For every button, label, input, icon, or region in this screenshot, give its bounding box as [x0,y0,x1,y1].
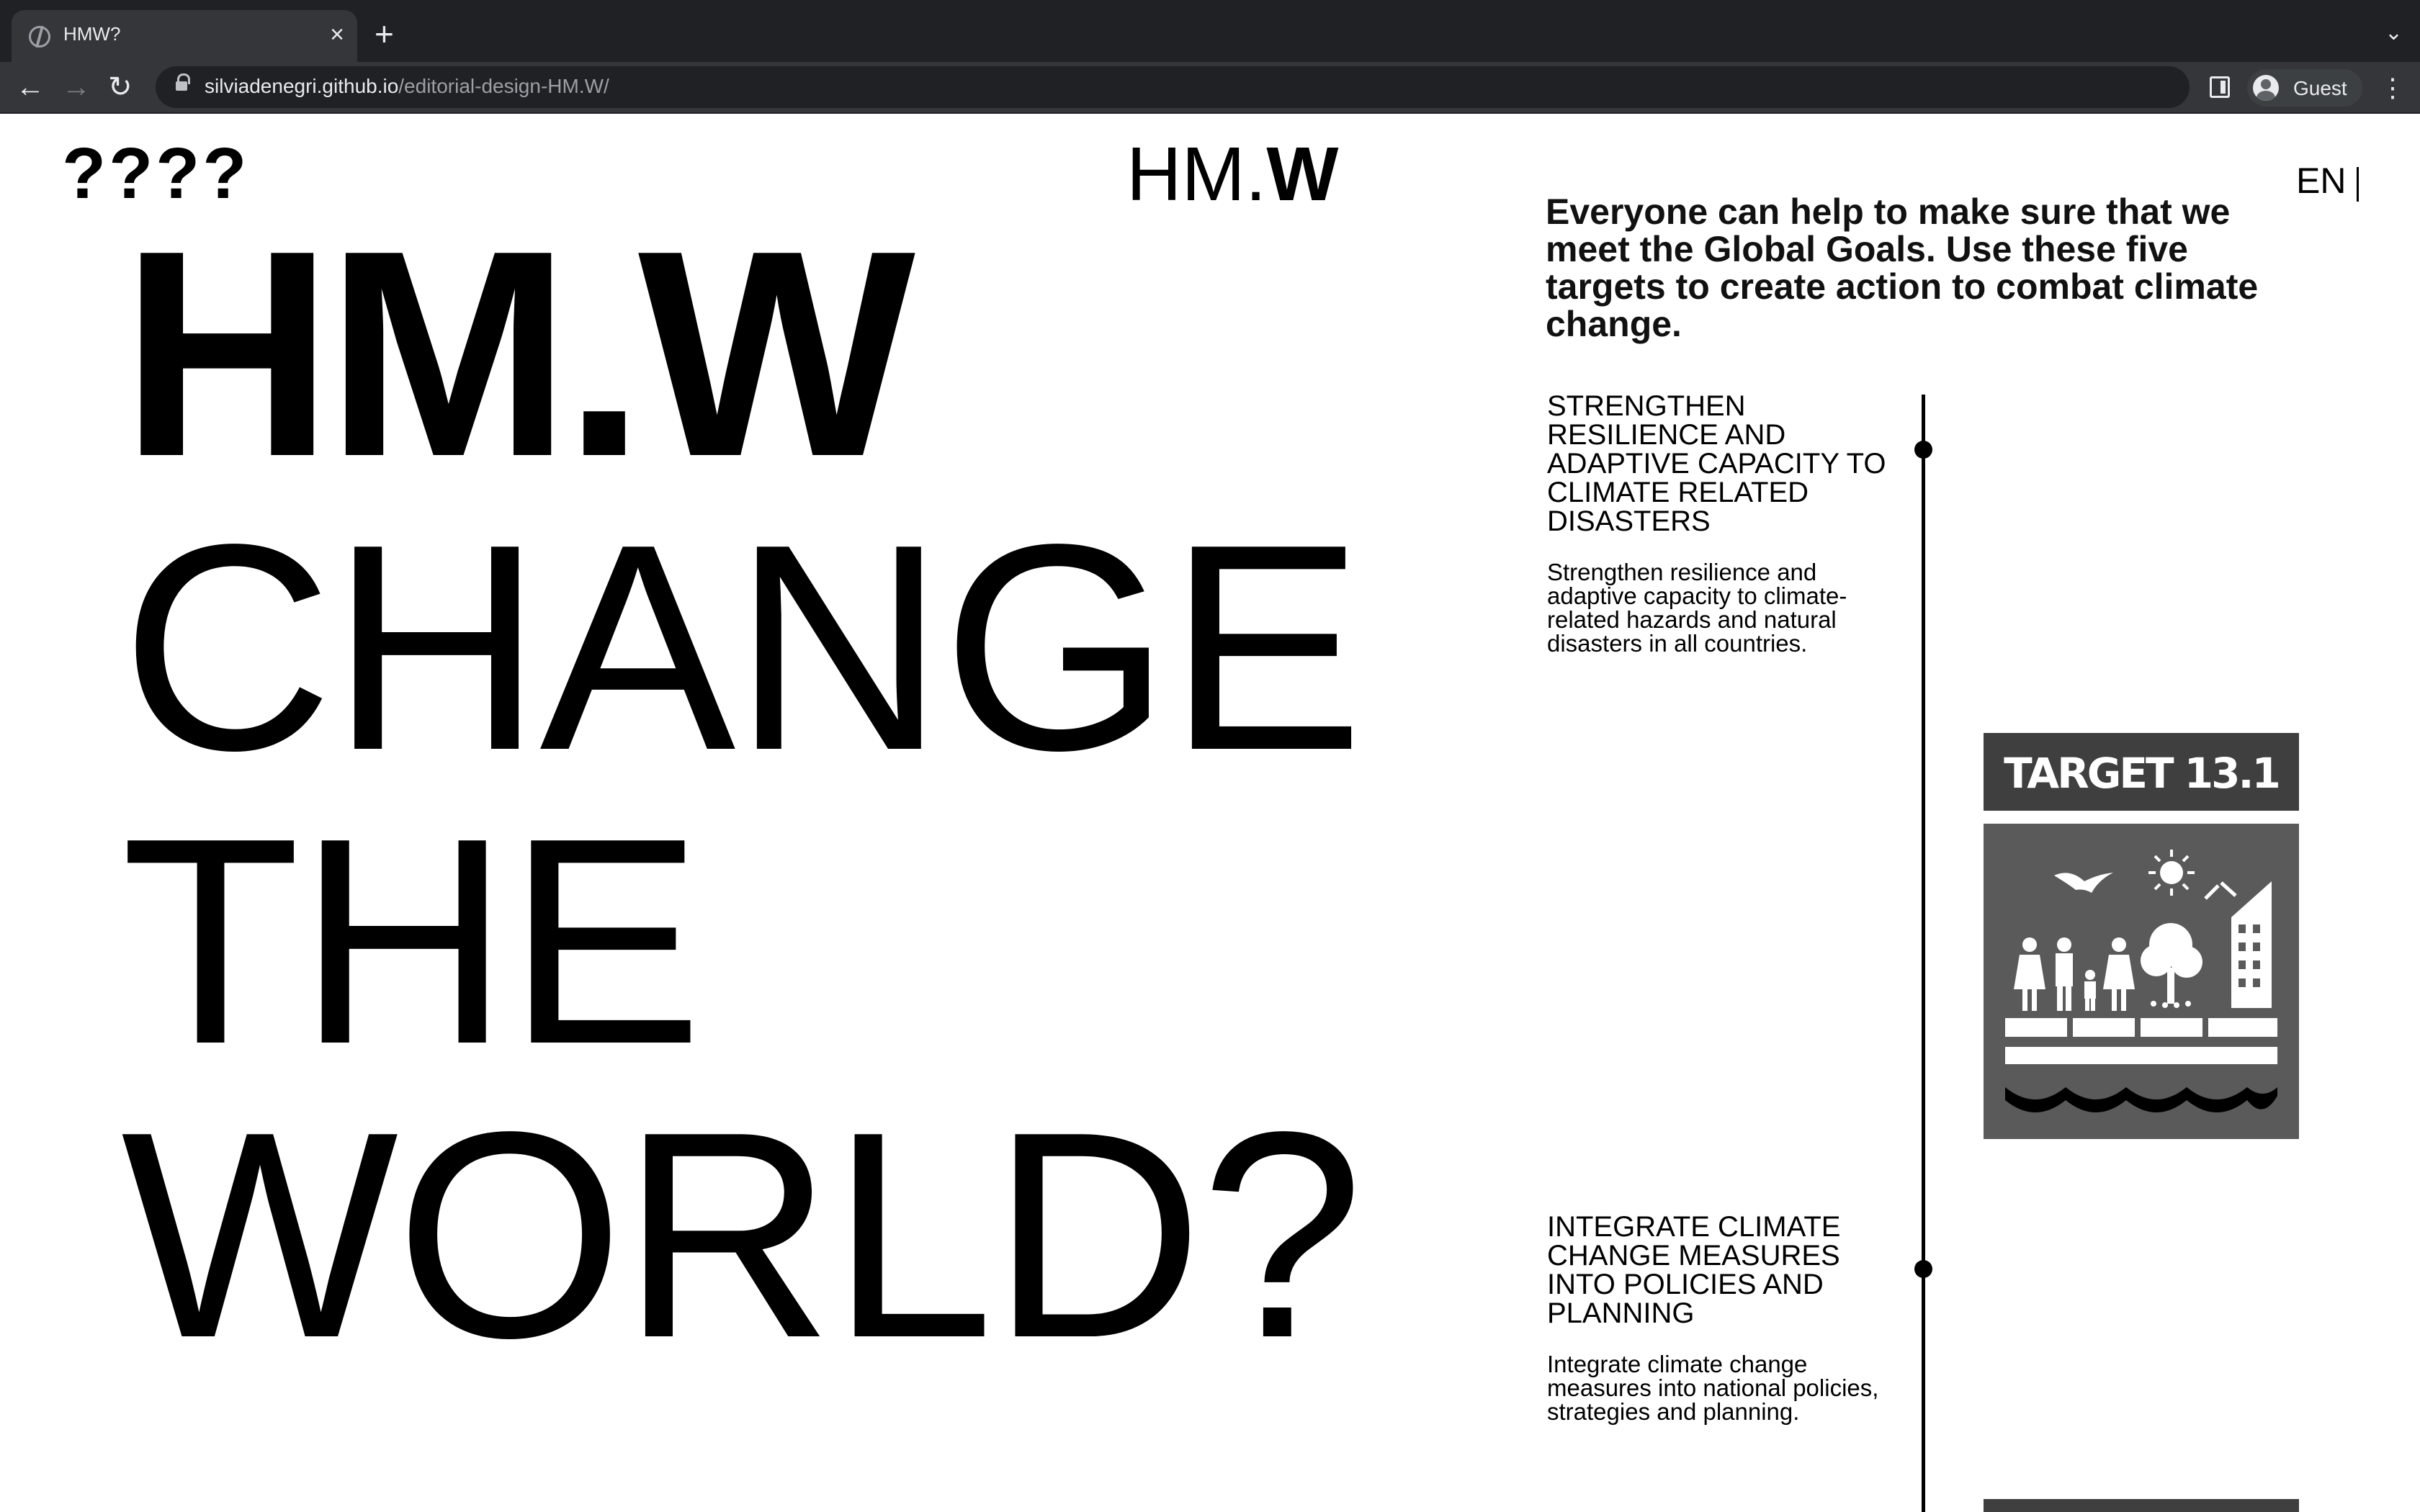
profile-button[interactable]: Guest [2247,69,2362,107]
timeline-line [1922,395,1925,1512]
target-title: Strengthen resilience and adaptive capac… [1547,390,1886,537]
language-switcher[interactable]: EN [2296,160,2346,202]
browser-tab[interactable]: HMW? × [12,10,357,62]
url-text[interactable]: silviadenegri.github.io/editorial-design… [205,75,609,98]
browser-tab-bar: HMW? × + ⌄ [0,0,2420,62]
forward-icon[interactable]: → [62,69,91,105]
target-description: Strengthen resilience and adaptive capac… [1547,559,1847,657]
target-description: Integrate climate change measures into n… [1547,1351,1879,1425]
climate-action-icon [1984,824,2299,1139]
page-content: ???? HM.W EN HM.W CHANGE THE WORLD? Ever… [0,114,2420,1512]
hero-heading: HM.W CHANGE THE WORLD? [121,190,1364,1399]
timeline-dot [1914,441,1932,459]
tab-search-icon[interactable]: ⌄ [2385,20,2403,45]
address-bar[interactable]: silviadenegri.github.io/editorial-design… [156,66,2190,108]
text-caret [2357,167,2359,202]
back-icon[interactable]: ← [16,69,45,105]
tab-title: HMW? [63,23,121,45]
profile-name: Guest [2293,77,2347,99]
target-badge-label: TARGET 13.1 [1984,733,2299,811]
globe-icon [29,26,50,48]
lock-icon[interactable] [176,73,190,94]
hero-line-4: WORLD? [121,1071,1364,1399]
new-tab-icon[interactable]: + [375,17,394,50]
avatar-icon [2253,75,2279,101]
hero-line-1: HM.W [121,190,915,518]
site-logo[interactable]: HM.W [1126,131,1338,218]
target-badge: TARGET 13.1 [1984,733,2299,1139]
hero-line-3: THE [121,778,703,1105]
hero-line-2: CHANGE [121,484,1364,811]
reload-icon[interactable]: ↻ [108,69,133,105]
browser-toolbar: ← → ↻ silviadenegri.github.io/editorial-… [0,62,2420,114]
timeline-dot [1914,1260,1932,1278]
target-title: Integrate climate change measures into p… [1547,1211,1841,1329]
menu-icon[interactable]: ⋮ [2380,71,2406,105]
intro-text: Everyone can help to make sure that we m… [1546,192,2259,344]
side-panel-icon[interactable] [2210,76,2230,98]
target-badge [1984,1499,2299,1512]
close-tab-icon[interactable]: × [330,20,344,49]
